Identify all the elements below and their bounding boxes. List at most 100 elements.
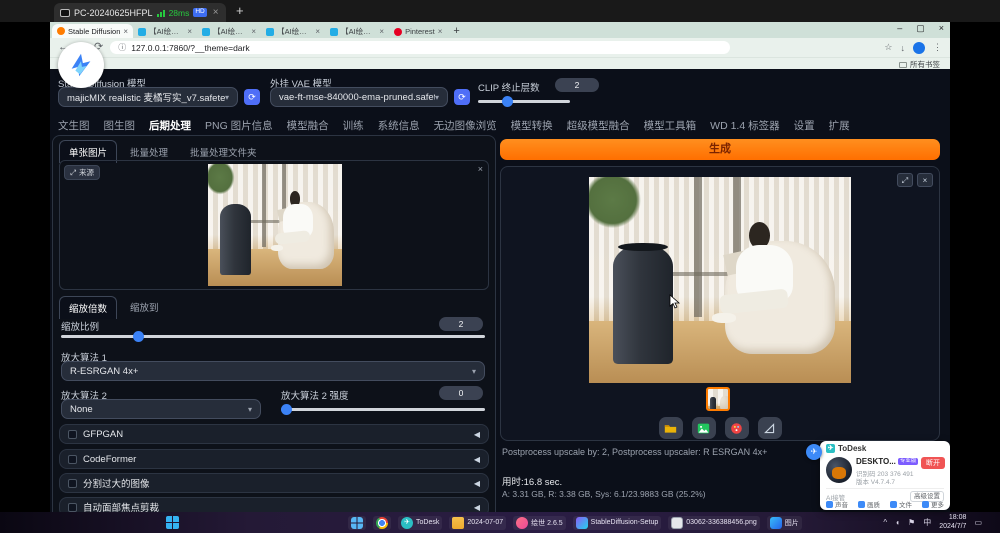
tab-close-icon[interactable]: × <box>123 27 128 36</box>
file-transfer-action[interactable]: 文件 <box>890 499 912 509</box>
clock[interactable]: 18:08 2024/7/7 <box>939 514 966 530</box>
model-select[interactable]: majicMIX realistic 麦橘写实_v7.safetensors [… <box>58 87 238 107</box>
new-tab-button[interactable]: + <box>453 25 459 37</box>
checkbox[interactable] <box>68 503 77 512</box>
collapse-arrow-icon[interactable]: ◀ <box>474 455 480 464</box>
download-icon[interactable]: ↓ <box>901 43 906 53</box>
expand-preview-button[interactable]: ⤢ <box>897 173 913 187</box>
taskbar-photos[interactable]: 图片 <box>767 516 802 530</box>
collapse-arrow-icon[interactable]: ◀ <box>474 479 480 488</box>
tab-supermerger[interactable]: 超级模型融合 <box>567 118 630 138</box>
taskbar-todesk[interactable]: ✈ToDesk <box>398 516 442 530</box>
hd-quality-badge[interactable]: HD <box>193 8 206 17</box>
source-image-dropzone[interactable]: ⤢来源 × <box>59 160 489 290</box>
remote-session-tab[interactable]: PC-20240625HFPL 28ms HD × <box>54 3 226 22</box>
generate-button[interactable]: 生成 <box>500 139 940 160</box>
browser-tab[interactable]: 【AI绘画】模型使用教程_哔哩哔哩 × <box>133 25 197 38</box>
taskbar-sd-setup[interactable]: StableDiffusion-Setup <box>573 516 662 530</box>
generation-info-text: Postprocess upscale by: 2, Postprocess u… <box>502 447 767 457</box>
notification-icon[interactable]: ▭ <box>974 518 982 527</box>
upscaler2-select[interactable]: None▾ <box>61 399 261 419</box>
todesk-session-panel: ✈ ToDesk DESKTO... 专业版 ☎ 断开 识别码 203 376 … <box>820 441 950 510</box>
slider-handle[interactable] <box>133 331 144 342</box>
bookmark-star-icon[interactable]: ☆ <box>884 42 892 53</box>
browser-tab-active[interactable]: Stable Diffusion × <box>52 24 133 38</box>
tab-model-converter[interactable]: 模型转换 <box>511 118 553 138</box>
send-to-img2img-button[interactable] <box>725 417 749 439</box>
result-image[interactable] <box>589 177 851 383</box>
taskbar-folder[interactable]: 2024-07-07 <box>449 516 506 530</box>
checkbox[interactable] <box>68 455 77 464</box>
taskbar-chrome[interactable] <box>373 516 391 530</box>
tab-close-icon[interactable]: × <box>315 27 320 36</box>
checkbox[interactable] <box>68 430 77 439</box>
upscaler2-visibility-slider[interactable] <box>281 408 485 411</box>
window-maximize-button[interactable]: ▢ <box>916 23 925 34</box>
save-image-button[interactable] <box>692 417 716 439</box>
tab-close-icon[interactable]: × <box>379 27 384 36</box>
checkbox[interactable] <box>68 479 77 488</box>
tab-close-icon[interactable]: × <box>187 27 192 36</box>
browser-menu-icon[interactable]: ⋮ <box>933 42 942 53</box>
tab-close-icon[interactable]: × <box>251 27 256 36</box>
subtab-scale-by[interactable]: 缩放倍数 <box>59 296 117 319</box>
ime-indicator[interactable]: 中 <box>923 517 931 528</box>
close-session-icon[interactable]: × <box>213 7 219 18</box>
tray-chevron-icon[interactable]: ^ <box>883 518 887 527</box>
collapse-arrow-icon[interactable]: ◀ <box>474 503 480 512</box>
browser-tab[interactable]: 【AI绘画】后期处理教程_哔哩哔哩 × <box>261 25 325 38</box>
slider-handle[interactable] <box>502 96 513 107</box>
slider-handle[interactable] <box>281 404 292 415</box>
tab-close-icon[interactable]: × <box>438 27 443 36</box>
chevron-down-icon: ▾ <box>472 367 476 376</box>
accordion-gfpgan[interactable]: GFPGAN ◀ <box>59 424 489 444</box>
todesk-icon: ✈ <box>401 517 413 529</box>
clip-skip-slider[interactable] <box>478 100 570 103</box>
vae-select[interactable]: vae-ft-mse-840000-ema-pruned.safetensors… <box>270 87 448 107</box>
subtab-scale-to[interactable]: 缩放到 <box>121 296 168 319</box>
clear-image-button[interactable]: × <box>478 164 483 174</box>
clip-skip-value[interactable]: 2 <box>555 78 599 92</box>
quality-action[interactable]: 画质 <box>858 499 880 509</box>
volume-icon[interactable]: ◖ <box>895 518 900 527</box>
send-to-extras-button[interactable] <box>758 417 782 439</box>
taskbar-launcher[interactable]: 绘世 2.6.5 <box>513 516 566 530</box>
site-info-icon[interactable]: ⓘ <box>118 42 126 53</box>
result-thumbnail[interactable] <box>706 387 730 411</box>
tab-extensions[interactable]: 扩展 <box>829 118 850 138</box>
window-minimize-button[interactable]: – <box>897 23 902 34</box>
sound-action[interactable]: 声音 <box>826 499 848 509</box>
launcher-logo[interactable] <box>58 42 104 88</box>
browser-tab[interactable]: 【AI绘画】放大算法对比_哔哩哔哩 × <box>197 25 261 38</box>
todesk-chat-bubble[interactable]: ✈ <box>806 444 822 460</box>
accordion-split-oversized[interactable]: 分割过大的图像 ◀ <box>59 473 489 493</box>
accordion-auto-focal-crop[interactable]: 自动面部焦点剪裁 ◀ <box>59 497 489 512</box>
tab-wd14-tagger[interactable]: WD 1.4 标签器 <box>710 118 779 138</box>
address-bar[interactable]: ⓘ 127.0.0.1:7860/?__theme=dark <box>110 41 730 54</box>
tab-model-toolkit[interactable]: 模型工具箱 <box>644 118 697 138</box>
collapse-arrow-icon[interactable]: ◀ <box>474 430 480 439</box>
vae-refresh-button[interactable]: ⟳ <box>454 89 470 105</box>
disconnect-button[interactable]: 断开 <box>921 457 945 469</box>
accordion-codeformer[interactable]: CodeFormer ◀ <box>59 449 489 469</box>
open-folder-button[interactable] <box>659 417 683 439</box>
profile-avatar[interactable] <box>913 42 925 54</box>
upscaler1-select[interactable]: R-ESRGAN 4x+▾ <box>61 361 485 381</box>
palette-icon <box>730 422 743 435</box>
resize-value[interactable]: 2 <box>439 317 483 331</box>
more-action[interactable]: 更多 <box>922 499 944 509</box>
close-preview-button[interactable]: × <box>917 173 933 187</box>
start-button[interactable] <box>166 516 179 529</box>
new-session-button[interactable]: + <box>236 4 244 18</box>
network-icon[interactable]: ⚑ <box>908 518 915 527</box>
browser-tab[interactable]: 【AI绘画】高清修复教程_哔哩哔哩 × <box>325 25 389 38</box>
browser-tab[interactable]: Pinterest × <box>389 25 447 38</box>
window-close-button[interactable]: × <box>939 23 944 34</box>
taskbar-png-file[interactable]: 03062-336388456.png <box>668 516 759 530</box>
resize-slider[interactable] <box>61 335 485 338</box>
model-refresh-button[interactable]: ⟳ <box>244 89 260 105</box>
task-view-button[interactable] <box>348 516 366 530</box>
tab-settings[interactable]: 设置 <box>794 118 815 138</box>
todesk-panel-header: ✈ ToDesk <box>820 441 950 454</box>
upscaler2-visibility-value[interactable]: 0 <box>439 386 483 400</box>
